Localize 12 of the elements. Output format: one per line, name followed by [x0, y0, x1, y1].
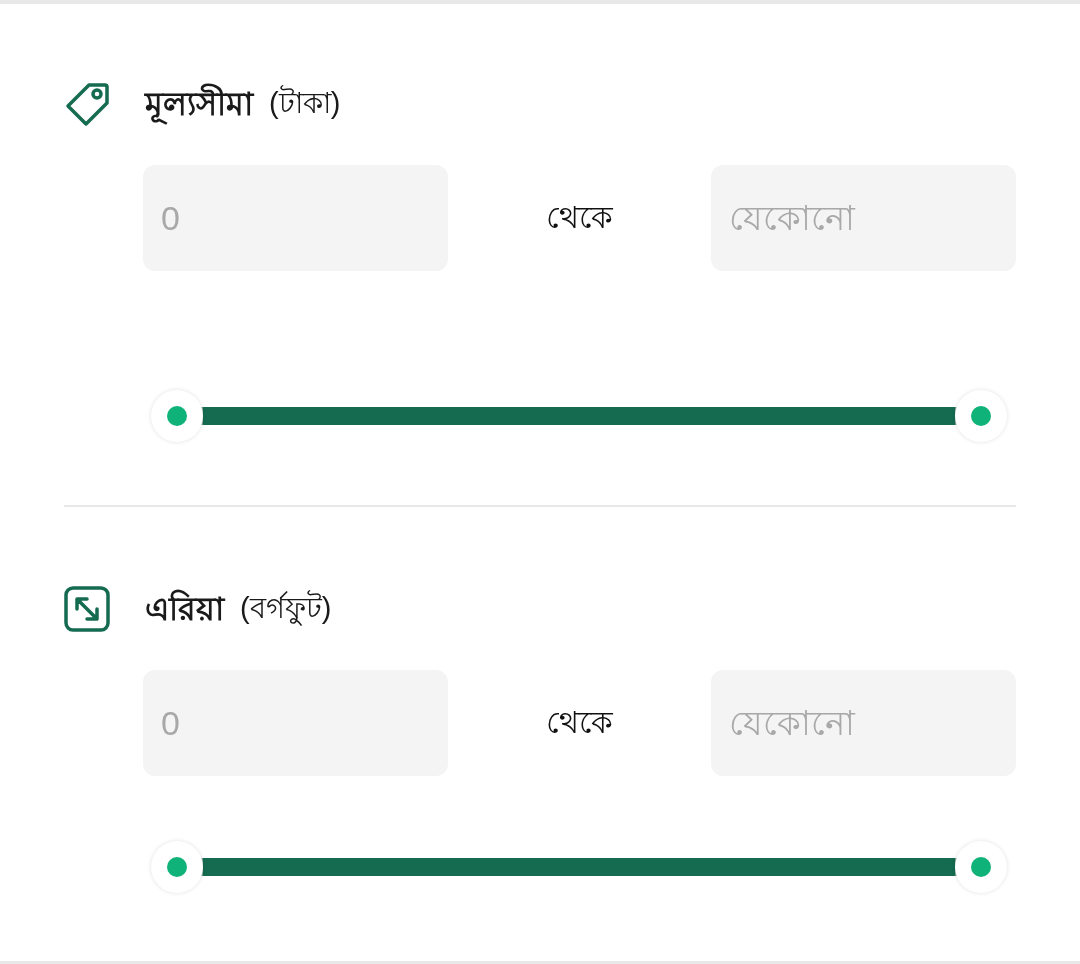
max-input-field[interactable]: যেকোনো	[711, 670, 1016, 776]
max-input-field[interactable]: যেকোনো	[711, 165, 1016, 271]
separator-label: থেকে	[545, 703, 614, 742]
unit-label: (বর্গফুট)	[240, 589, 332, 628]
unit-label: (টাকা)	[269, 84, 341, 122]
min-input-field[interactable]: 0	[143, 165, 448, 271]
resize-icon	[63, 585, 111, 633]
section-title: মূল্যসীমা	[145, 80, 253, 128]
min-input-field[interactable]: 0	[143, 670, 448, 776]
tag-icon	[63, 80, 111, 128]
section-title: এরিয়া	[145, 588, 224, 629]
separator-label: থেকে	[545, 198, 614, 237]
